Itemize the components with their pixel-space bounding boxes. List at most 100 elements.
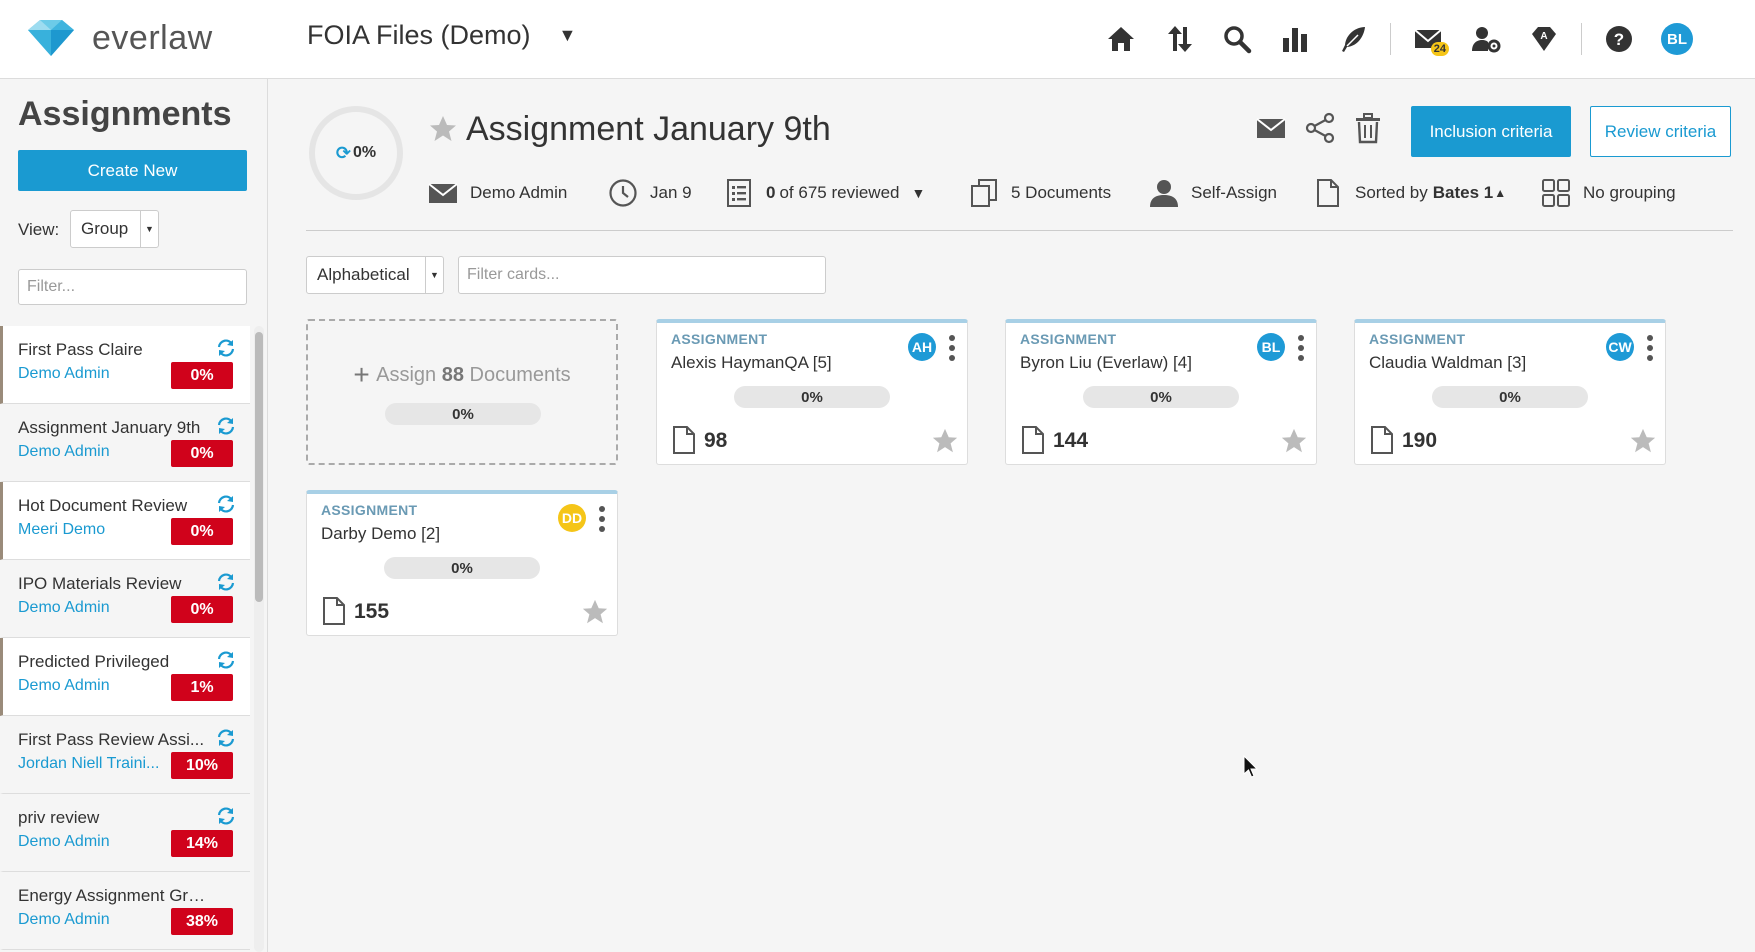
review-criteria-button[interactable]: Review criteria <box>1590 106 1731 157</box>
assignment-owner[interactable]: Demo Admin <box>18 443 168 461</box>
everlaw-diamond-icon <box>28 20 74 56</box>
everlaw-logo[interactable]: everlaw <box>24 18 213 58</box>
list-item[interactable]: Predicted Privileged Demo Admin 1% <box>0 638 250 716</box>
assignment-owner[interactable]: Meeri Demo <box>18 521 168 539</box>
database-icon[interactable]: A <box>1523 18 1565 60</box>
top-navigation-bar: everlaw FOIA Files (Demo) ▼ 24 A ? BL <box>0 0 1755 79</box>
email-icon[interactable] <box>1255 112 1287 144</box>
sync-icon <box>217 339 235 357</box>
progress-badge: 0% <box>171 596 233 623</box>
view-select[interactable]: Group ▼ <box>70 210 159 248</box>
scrollbar-thumb[interactable] <box>255 332 263 602</box>
assignment-owner[interactable]: Demo Admin <box>18 677 168 695</box>
sidebar-scrollbar[interactable] <box>254 326 264 952</box>
card-type: ASSIGNMENT <box>1369 331 1466 347</box>
list-item[interactable]: Energy Assignment Group Demo Admin 38% <box>0 872 250 950</box>
create-new-button[interactable]: Create New <box>18 150 247 191</box>
list-item[interactable]: priv review Demo Admin 14% <box>0 794 250 872</box>
card-document-count: 190 <box>1402 429 1438 452</box>
star-icon[interactable] <box>1629 427 1657 455</box>
sorted-prefix: Sorted by <box>1355 183 1428 202</box>
assignment-name: priv review <box>18 808 100 827</box>
envelope-icon <box>428 183 458 203</box>
assignment-owner[interactable]: Demo Admin <box>18 833 168 851</box>
document-icon <box>1371 426 1393 454</box>
clock-icon <box>609 179 637 207</box>
svg-text:A: A <box>1540 31 1547 42</box>
project-selector[interactable]: FOIA Files (Demo) ▼ <box>307 20 576 51</box>
assignment-owner[interactable]: Demo Admin <box>18 365 168 383</box>
documents-meta[interactable]: 5 Documents <box>969 177 1111 209</box>
more-options-icon[interactable] <box>597 504 607 534</box>
search-icon[interactable] <box>1216 18 1258 60</box>
upload-download-icon[interactable] <box>1158 18 1200 60</box>
assignment-date: Jan 9 <box>650 183 692 202</box>
grouping-meta[interactable]: No grouping <box>1541 177 1676 209</box>
document-icon <box>1317 179 1339 207</box>
assign-documents-card[interactable]: + Assign 88 Documents 0% <box>306 319 618 465</box>
list-item[interactable]: First Pass Claire Demo Admin 0% <box>0 326 250 404</box>
home-icon[interactable] <box>1100 18 1142 60</box>
assignment-card[interactable]: ASSIGNMENT Claudia Waldman [3] CW 0% 190 <box>1354 319 1666 465</box>
reviewed-count: 0 <box>766 183 776 202</box>
share-icon[interactable] <box>1304 112 1336 144</box>
assignment-owner[interactable]: Jordan Niell Traini... <box>18 755 168 773</box>
progress-bar: 0% <box>385 403 541 425</box>
trash-icon[interactable] <box>1352 112 1384 144</box>
star-icon[interactable] <box>931 427 959 455</box>
star-icon[interactable] <box>581 598 609 626</box>
inclusion-criteria-button[interactable]: Inclusion criteria <box>1411 106 1571 157</box>
more-options-icon[interactable] <box>1645 333 1655 363</box>
admin-settings-icon[interactable] <box>1465 18 1507 60</box>
assignment-owner-meta: Demo Admin <box>428 177 567 209</box>
grid-icon <box>1542 179 1570 207</box>
user-menu[interactable]: BL <box>1656 18 1698 60</box>
sidebar-filter-input[interactable] <box>18 269 247 305</box>
progress-bar: 0% <box>1432 386 1588 408</box>
assignment-card[interactable]: ASSIGNMENT Alexis HaymanQA [5] AH 0% 98 <box>656 319 968 465</box>
assignment-owner[interactable]: Demo Admin <box>18 599 168 617</box>
progress-badge: 1% <box>171 674 233 701</box>
analytics-icon[interactable] <box>1274 18 1316 60</box>
progress-bar: 0% <box>734 386 890 408</box>
reviewed-total: of 675 reviewed <box>779 183 900 202</box>
document-icon <box>323 597 345 625</box>
progress-badge: 0% <box>171 362 233 389</box>
sorted-field: Bates 1 <box>1432 183 1494 202</box>
chevron-down-icon: ▼ <box>140 211 158 247</box>
assignment-owner[interactable]: Demo Admin <box>18 911 168 929</box>
more-options-icon[interactable] <box>1296 333 1306 363</box>
more-options-icon[interactable] <box>947 333 957 363</box>
nav-separator <box>1581 23 1582 55</box>
avatar: AH <box>908 333 936 361</box>
sync-icon <box>217 651 235 669</box>
messages-icon[interactable]: 24 <box>1407 18 1449 60</box>
nav-icon-group: 24 A ? BL <box>1100 18 1714 60</box>
avatar: BL <box>1257 333 1285 361</box>
list-item[interactable]: Hot Document Review Meeri Demo 0% <box>0 482 250 560</box>
chevron-down-icon: ▼ <box>558 25 577 45</box>
list-item[interactable]: Assignment January 9th Demo Admin 0% <box>0 404 250 482</box>
star-icon[interactable] <box>1280 427 1308 455</box>
list-item[interactable]: First Pass Review Assi... Jordan Niell T… <box>0 716 250 794</box>
self-assign-meta[interactable]: Self-Assign <box>1149 177 1277 209</box>
assign-prefix: Assign <box>376 364 437 386</box>
sync-icon: ⟳ <box>335 142 351 163</box>
filter-cards-input[interactable] <box>458 256 826 294</box>
card-type: ASSIGNMENT <box>671 331 768 347</box>
progress-badge: 14% <box>171 830 233 857</box>
card-document-count: 144 <box>1053 429 1089 452</box>
feather-icon[interactable] <box>1332 18 1374 60</box>
view-select-value: Group <box>81 219 129 238</box>
sidebar-title: Assignments <box>18 95 232 133</box>
owner-name: Demo Admin <box>470 183 568 202</box>
assignment-card[interactable]: ASSIGNMENT Byron Liu (Everlaw) [4] BL 0%… <box>1005 319 1317 465</box>
list-item[interactable]: IPO Materials Review Demo Admin 0% <box>0 560 250 638</box>
card-type: ASSIGNMENT <box>321 502 418 518</box>
sort-select[interactable]: Alphabetical ▼ <box>306 256 444 294</box>
assignment-card[interactable]: ASSIGNMENT Darby Demo [2] DD 0% 155 <box>306 490 618 636</box>
reviewed-count-meta[interactable]: 0 of 675 reviewed ▼ <box>724 177 925 209</box>
sort-meta[interactable]: Sorted by Bates 1 ▲ <box>1313 177 1506 209</box>
help-icon[interactable]: ? <box>1598 18 1640 60</box>
star-icon[interactable] <box>428 114 458 144</box>
